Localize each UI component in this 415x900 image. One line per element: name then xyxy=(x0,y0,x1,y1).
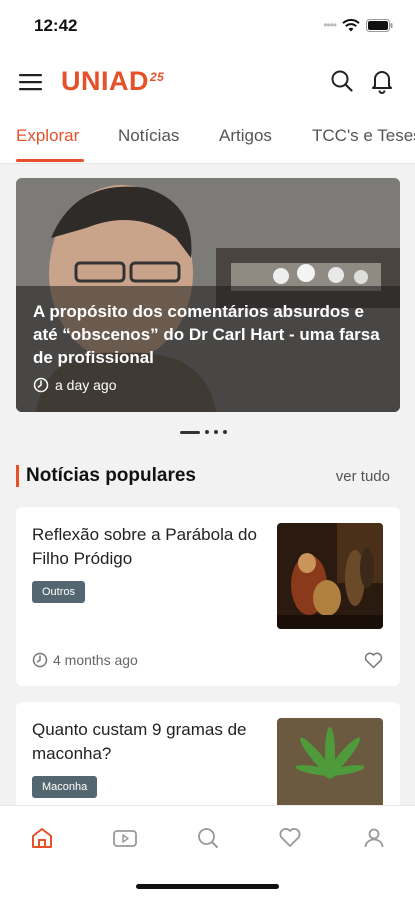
bell-icon xyxy=(372,71,392,94)
pager-active-indicator xyxy=(180,430,200,434)
hamburger-icon xyxy=(19,74,42,91)
cannabis-image xyxy=(277,718,383,812)
category-tabs: Explorar Notícias Artigos TCC's e Teses xyxy=(0,112,415,164)
section-accent-bar xyxy=(16,465,19,487)
nav-search[interactable] xyxy=(196,826,220,855)
news-card-title: Reflexão sobre a Parábola do Filho Pródi… xyxy=(32,525,257,568)
tab-tccs-teses[interactable]: TCC's e Teses xyxy=(312,126,415,146)
app-header: UNIAD25 xyxy=(0,54,415,112)
nav-profile[interactable] xyxy=(362,826,386,855)
news-card-image xyxy=(277,523,383,629)
clock-icon xyxy=(32,652,48,668)
battery-icon xyxy=(366,18,393,32)
featured-article-title: A propósito dos comentários absurdos e a… xyxy=(33,302,380,367)
nav-home[interactable] xyxy=(30,826,54,855)
news-card-time: 4 months ago xyxy=(32,652,138,668)
more-dots-icon: •••• xyxy=(323,18,337,32)
featured-article-time: a day ago xyxy=(33,377,117,393)
like-button[interactable] xyxy=(364,652,383,674)
news-card[interactable]: Quanto custam 9 gramas de maconha? Macon… xyxy=(16,702,400,812)
tab-artigos[interactable]: Artigos xyxy=(219,126,272,146)
home-indicator[interactable] xyxy=(136,884,279,889)
status-bar: 12:42 •••• xyxy=(0,0,415,54)
painting-image xyxy=(277,523,383,629)
status-icons: •••• xyxy=(323,18,393,32)
app-logo: UNIAD25 xyxy=(61,66,164,97)
notifications-button[interactable] xyxy=(371,68,393,99)
logo-text: UNIAD xyxy=(61,66,149,96)
news-card-image xyxy=(277,718,383,812)
news-card-tag[interactable]: Outros xyxy=(32,581,86,603)
see-all-link[interactable]: ver tudo xyxy=(336,468,390,485)
pager-dot xyxy=(214,430,218,434)
news-card[interactable]: Reflexão sobre a Parábola do Filho Pródi… xyxy=(16,507,400,686)
pager-dot xyxy=(223,430,227,434)
menu-button[interactable] xyxy=(19,71,43,93)
header-search-button[interactable] xyxy=(330,69,354,98)
nav-videos[interactable] xyxy=(112,826,138,855)
section-title: Notícias populares xyxy=(26,465,196,486)
news-card-title: Quanto custam 9 gramas de maconha? xyxy=(32,720,247,763)
heart-icon xyxy=(364,652,383,669)
active-tab-indicator xyxy=(16,159,84,162)
featured-article-card[interactable]: A propósito dos comentários absurdos e a… xyxy=(16,178,400,412)
featured-article-time-label: a day ago xyxy=(55,377,117,393)
news-card-time-label: 4 months ago xyxy=(53,652,138,668)
status-time: 12:42 xyxy=(34,16,78,35)
logo-superscript: 25 xyxy=(150,70,165,84)
video-icon xyxy=(113,830,137,847)
search-icon xyxy=(198,828,218,848)
news-card-tag[interactable]: Maconha xyxy=(32,776,98,798)
search-icon xyxy=(331,70,353,92)
nav-favorites[interactable] xyxy=(278,826,302,855)
pager-dot xyxy=(205,430,209,434)
carousel-pager[interactable] xyxy=(180,430,227,434)
tab-explorar[interactable]: Explorar xyxy=(16,126,79,146)
tab-noticias[interactable]: Notícias xyxy=(118,126,179,146)
wifi-icon xyxy=(342,18,360,31)
clock-icon xyxy=(33,377,49,393)
profile-icon xyxy=(364,828,384,848)
home-icon xyxy=(32,828,52,848)
heart-icon xyxy=(279,828,301,847)
